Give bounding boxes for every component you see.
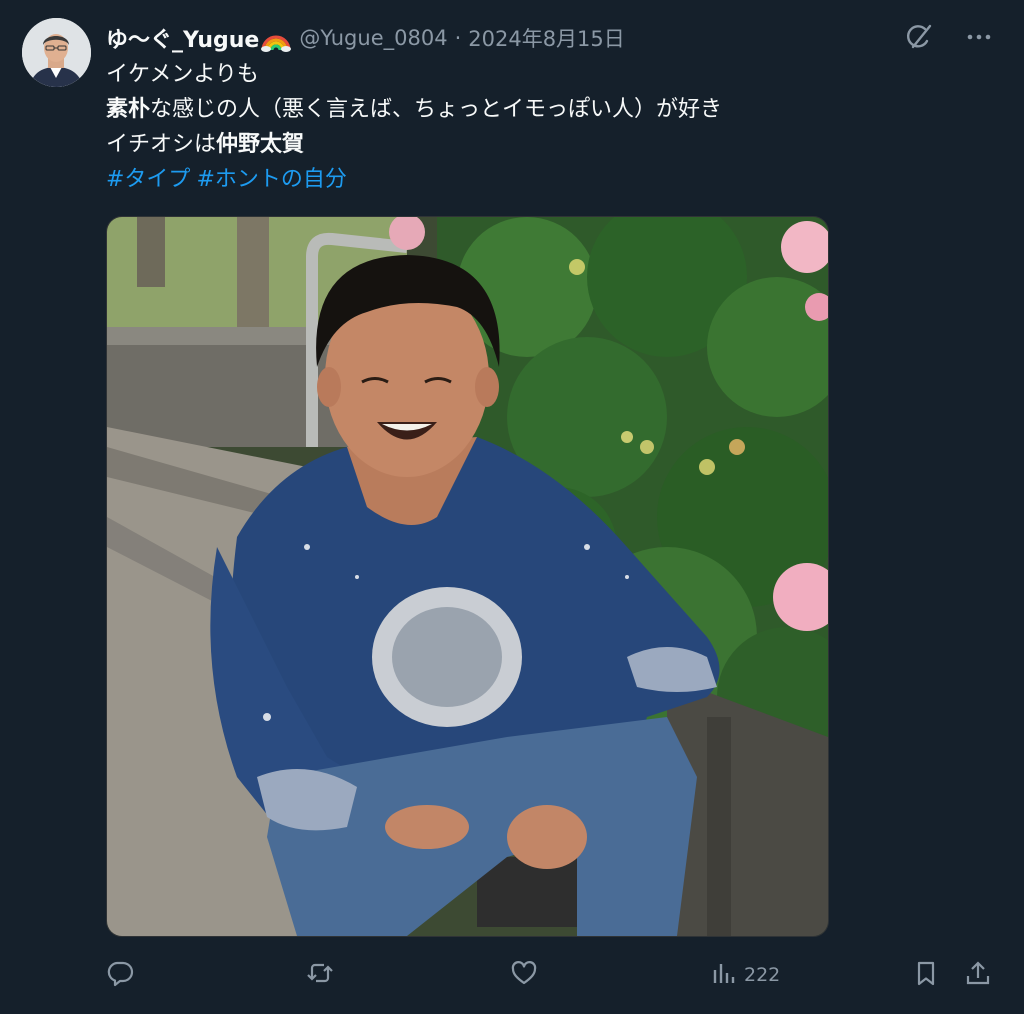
reply-icon	[106, 959, 134, 992]
user-handle[interactable]: @Yugue_0804	[299, 26, 447, 50]
tweet-date[interactable]: 2024年8月15日	[468, 23, 625, 53]
avatar[interactable]	[22, 18, 91, 87]
retweet-button[interactable]	[306, 955, 334, 995]
bookmark-button[interactable]	[912, 955, 940, 995]
like-icon	[510, 959, 538, 992]
header-separator: ·	[454, 26, 462, 50]
grok-icon[interactable]	[904, 22, 934, 52]
tweet-text-line: イケメンよりも	[106, 57, 722, 92]
tweet-actions: 222	[106, 955, 996, 995]
text-segment: な感じの人（悪く言えば、ちょっとイモっぽい人）が好き	[150, 97, 723, 122]
tweet-header: ゆ〜ぐ_Yugue @Yugue_0804 · 2024年8月15日	[106, 22, 625, 54]
share-icon	[964, 959, 992, 992]
text-segment: イチオシは	[106, 132, 217, 157]
tweet-photo[interactable]	[106, 216, 829, 937]
more-icon[interactable]	[964, 22, 994, 52]
views-icon	[710, 959, 738, 992]
bookmark-icon	[912, 959, 940, 992]
views-count: 222	[744, 964, 781, 986]
hashtags: #タイプ #ホントの自分	[106, 162, 722, 197]
tweet-text-line: イチオシは仲野太賀	[106, 127, 722, 162]
text-segment-bold: 素朴	[106, 97, 151, 122]
reply-button[interactable]	[106, 955, 134, 995]
tweet-text: イケメンよりも 素朴な感じの人（悪く言えば、ちょっとイモっぽい人）が好き イチオ…	[106, 57, 722, 197]
like-button[interactable]	[510, 955, 538, 995]
retweet-icon	[306, 959, 334, 992]
display-name[interactable]: ゆ〜ぐ_Yugue	[106, 22, 259, 54]
tweet-text-line: 素朴な感じの人（悪く言えば、ちょっとイモっぽい人）が好き	[106, 92, 722, 127]
views-button[interactable]: 222	[710, 955, 780, 995]
share-button[interactable]	[964, 955, 992, 995]
text-segment: イケメンよりも	[106, 62, 259, 87]
text-segment-bold: 仲野太賀	[216, 132, 305, 157]
tweet: ゆ〜ぐ_Yugue @Yugue_0804 · 2024年8月15日 イケメンよ…	[0, 0, 1024, 1014]
hashtag-link[interactable]: #ホントの自分	[196, 167, 346, 192]
hashtag-link[interactable]: #タイプ	[106, 167, 190, 192]
rainbow-emoji-icon	[261, 24, 292, 52]
tweet-top-actions	[904, 22, 994, 52]
